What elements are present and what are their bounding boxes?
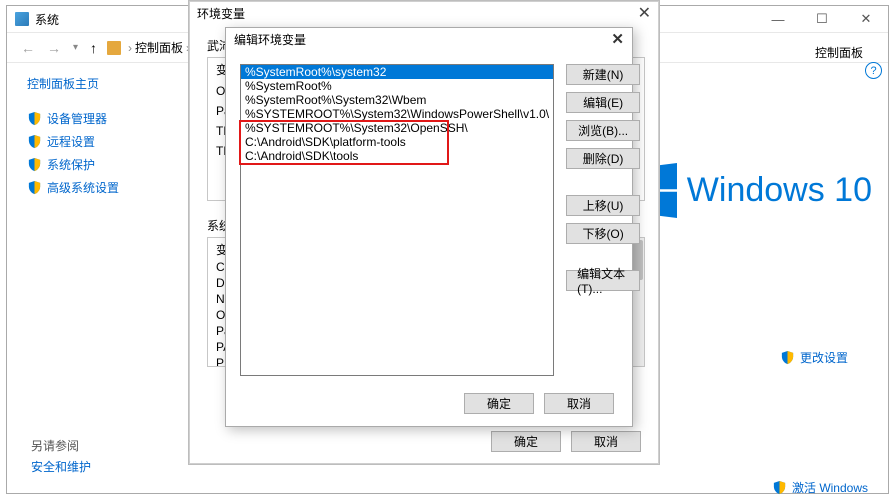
path-row[interactable]: %SYSTEMROOT%\System32\WindowsPowerShell\…: [241, 107, 553, 121]
minimize-button[interactable]: —: [756, 6, 800, 33]
sidebar-item-label: 系统保护: [47, 156, 95, 173]
edit-dialog-footer: 确定 取消: [464, 393, 614, 414]
path-row[interactable]: %SystemRoot%\system32: [241, 65, 553, 79]
delete-button[interactable]: 删除(D): [566, 148, 640, 169]
move-up-button[interactable]: 上移(U): [566, 195, 640, 216]
new-button[interactable]: 新建(N): [566, 64, 640, 85]
nav-history-dropdown-icon[interactable]: ▾: [73, 42, 78, 53]
edit-text-button[interactable]: 编辑文本(T)...: [566, 270, 640, 291]
edit-dialog-title: 编辑环境变量: [234, 31, 611, 48]
edit-dialog-buttons: 新建(N) 编辑(E) 浏览(B)... 删除(D) 上移(U) 下移(O) 编…: [566, 64, 640, 376]
breadcrumb-folder-icon: [107, 41, 121, 55]
env-dialog-close-icon[interactable]: ✕: [638, 3, 651, 23]
breadcrumb-sep: ›: [128, 41, 132, 55]
move-down-button[interactable]: 下移(O): [566, 223, 640, 244]
shield-icon: [27, 134, 42, 149]
sidebar-item-label: 高级系统设置: [47, 179, 119, 196]
path-row[interactable]: C:\Android\SDK\platform-tools: [241, 135, 553, 149]
windows-10-text: Windows 10: [687, 171, 872, 210]
change-settings-label: 更改设置: [800, 349, 848, 366]
sidebar-system-protection[interactable]: 系统保护: [27, 156, 177, 173]
shield-icon: [780, 350, 795, 365]
maximize-button[interactable]: ☐: [800, 6, 844, 33]
close-button[interactable]: ✕: [844, 6, 888, 33]
shield-icon: [772, 480, 787, 495]
edit-dialog-close-icon[interactable]: ✕: [611, 30, 624, 48]
path-row[interactable]: C:\Android\SDK\tools: [241, 149, 553, 163]
path-list[interactable]: %SystemRoot%\system32 %SystemRoot% %Syst…: [240, 64, 554, 376]
sidebar-item-label: 远程设置: [47, 133, 95, 150]
left-pane: 控制面板主页 设备管理器 远程设置 系统保护 高级系统设置 另请参阅 安全和维护: [7, 63, 177, 492]
path-row[interactable]: %SystemRoot%: [241, 79, 553, 93]
path-row[interactable]: %SystemRoot%\System32\Wbem: [241, 93, 553, 107]
sidebar-remote-settings[interactable]: 远程设置: [27, 133, 177, 150]
nav-forward-icon[interactable]: →: [47, 40, 61, 56]
system-icon: [15, 12, 29, 26]
shield-icon: [27, 157, 42, 172]
edit-button[interactable]: 编辑(E): [566, 92, 640, 113]
activate-windows-link[interactable]: 激活 Windows: [772, 479, 868, 496]
breadcrumb-item[interactable]: 控制面板: [135, 39, 183, 56]
sidebar-device-manager[interactable]: 设备管理器: [27, 110, 177, 127]
see-also-label: 另请参阅: [31, 437, 91, 454]
activate-windows-label: 激活 Windows: [792, 479, 868, 496]
window-controls: — ☐ ✕: [756, 6, 888, 33]
shield-icon: [27, 111, 42, 126]
env-ok-button[interactable]: 确定: [491, 431, 561, 452]
env-dialog-title: 环境变量: [197, 5, 638, 22]
edit-env-dialog: 编辑环境变量 ✕ %SystemRoot%\system32 %SystemRo…: [225, 27, 633, 427]
path-row[interactable]: %SYSTEMROOT%\System32\OpenSSH\: [241, 121, 553, 135]
shield-icon: [27, 180, 42, 195]
edit-dialog-body: %SystemRoot%\system32 %SystemRoot% %Syst…: [226, 50, 632, 376]
control-panel-home-link[interactable]: 控制面板主页: [27, 75, 177, 92]
sidebar-advanced-settings[interactable]: 高级系统设置: [27, 179, 177, 196]
edit-dialog-titlebar: 编辑环境变量 ✕: [226, 28, 632, 50]
see-also-security[interactable]: 安全和维护: [31, 458, 91, 475]
search-placeholder[interactable]: 控制面板: [815, 44, 863, 61]
nav-up-icon[interactable]: ↑: [90, 40, 97, 56]
browse-button[interactable]: 浏览(B)...: [566, 120, 640, 141]
nav-back-icon[interactable]: ←: [21, 40, 35, 56]
edit-cancel-button[interactable]: 取消: [544, 393, 614, 414]
env-cancel-button[interactable]: 取消: [571, 431, 641, 452]
change-settings-link[interactable]: 更改设置: [780, 349, 848, 366]
edit-ok-button[interactable]: 确定: [464, 393, 534, 414]
sidebar-item-label: 设备管理器: [47, 110, 107, 127]
env-dialog-footer: 确定 取消: [491, 431, 641, 452]
env-dialog-titlebar: 环境变量 ✕: [189, 1, 659, 25]
